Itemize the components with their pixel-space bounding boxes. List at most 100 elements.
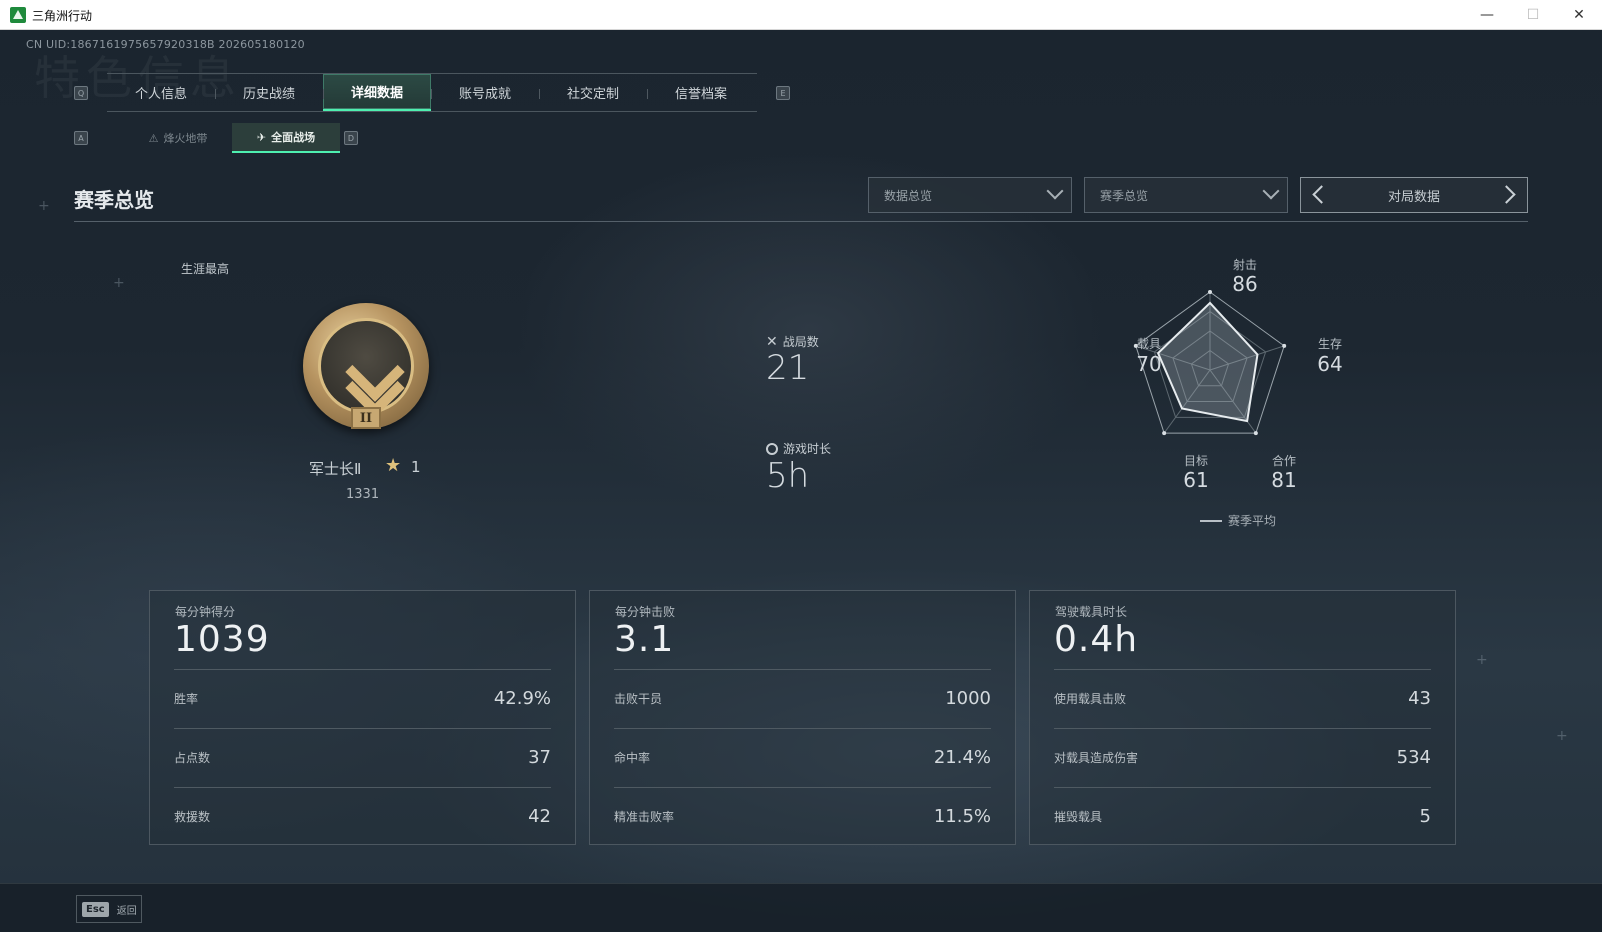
- pager-label: 对局数据: [1387, 189, 1440, 205]
- row-label: 救援数: [174, 810, 211, 824]
- radar-label-objective: 目标: [1183, 454, 1208, 468]
- chevron-down-icon: [1262, 182, 1280, 200]
- tab-social-customization[interactable]: 社交定制: [539, 74, 647, 111]
- app-logo-icon: [10, 7, 26, 23]
- tab-reputation-record[interactable]: 信誉档案: [647, 74, 755, 111]
- radar-value-vehicle: 70: [1136, 352, 1162, 376]
- legend-line-icon: [1200, 519, 1222, 522]
- dropdown-value: 数据总览: [884, 188, 933, 203]
- rank-badge-icon: II: [303, 303, 429, 429]
- chevron-down-icon: [1046, 182, 1064, 200]
- tab-match-history[interactable]: 历史战绩: [215, 74, 323, 111]
- radar-vertex-dot: [1208, 290, 1212, 294]
- radar-label-shooting: 射击: [1232, 258, 1257, 272]
- key-hint-e[interactable]: E: [776, 86, 790, 100]
- decor-plus-icon: +: [1476, 652, 1488, 668]
- card-row: 对载具造成伤害 534: [1054, 728, 1431, 786]
- row-value: 42.9%: [493, 688, 551, 709]
- radar-vertex-dot: [1162, 431, 1167, 436]
- row-label: 摧毁载具: [1054, 810, 1103, 824]
- tab-detailed-data[interactable]: 详细数据: [323, 74, 431, 111]
- rank-score: 1331: [346, 487, 380, 502]
- card-row: 摧毁载具 5: [1054, 787, 1431, 845]
- decor-plus-icon: +: [113, 275, 125, 291]
- rank-name: 军士长Ⅱ: [309, 460, 362, 478]
- radar-value-objective: 61: [1183, 468, 1209, 492]
- decor-plus-icon: +: [1556, 728, 1568, 744]
- key-hint-a[interactable]: A: [74, 131, 88, 145]
- row-label: 占点数: [174, 751, 211, 765]
- stat-card-vehicle: 驾驶载具时长 0.4h 使用载具击败 43 对载具造成伤害 534 摧毁载具 5: [1029, 590, 1456, 845]
- key-hint-q[interactable]: Q: [74, 86, 88, 100]
- section-divider: [74, 221, 1528, 222]
- chevron-left-icon[interactable]: [1312, 185, 1331, 204]
- card-row: 命中率 21.4%: [614, 728, 991, 786]
- back-label: 返回: [116, 905, 137, 917]
- radar-value-cooperation: 81: [1271, 468, 1297, 492]
- tab-battlefield-label: 全面战场: [271, 131, 316, 144]
- radar-vertex-dot: [1253, 431, 1258, 436]
- row-value: 43: [1408, 688, 1431, 709]
- row-label: 击败干员: [614, 692, 663, 706]
- card-row: 救援数 42: [174, 787, 551, 845]
- row-label: 使用载具击败: [1054, 692, 1127, 706]
- tab-personal-info[interactable]: 个人信息: [107, 74, 215, 111]
- card-row: 占点数 37: [174, 728, 551, 786]
- star-icon: ★: [385, 455, 402, 476]
- row-value: 534: [1396, 747, 1431, 768]
- row-label: 对载具造成伤害: [1054, 751, 1139, 765]
- hazard-zone-icon: ⚠: [148, 131, 159, 145]
- card-row: 胜率 42.9%: [174, 669, 551, 727]
- card-head-label: 驾驶载具时长: [1055, 605, 1128, 619]
- card-head-value: 3.1: [614, 619, 675, 660]
- main-tab-bar: 个人信息 历史战绩 详细数据 账号成就 社交定制 信誉档案: [107, 73, 757, 112]
- row-value: 42: [528, 806, 551, 827]
- card-head-label: 每分钟得分: [175, 605, 236, 619]
- esc-key-hint: Esc: [82, 901, 109, 917]
- footer-bar: Esc 返回: [0, 883, 1602, 932]
- row-value: 21.4%: [933, 747, 991, 768]
- tab-achievements[interactable]: 账号成就: [431, 74, 539, 111]
- tab-hazard-zone[interactable]: ⚠ 烽火地带: [124, 123, 232, 153]
- card-row: 使用载具击败 43: [1054, 669, 1431, 727]
- stat-card-score: 每分钟得分 1039 胜率 42.9% 占点数 37 救援数 42: [149, 590, 576, 845]
- minimize-button[interactable]: —: [1464, 0, 1510, 30]
- row-label: 命中率: [614, 751, 651, 765]
- window-titlebar: 三角洲行动 — ☐ ✕: [0, 0, 1602, 30]
- radar-label-survival: 生存: [1317, 337, 1342, 351]
- section-title: 赛季总览: [74, 188, 154, 212]
- key-hint-d[interactable]: D: [344, 131, 358, 145]
- radar-label-cooperation: 合作: [1271, 454, 1296, 468]
- playtime-label: 游戏时长: [766, 440, 831, 457]
- chevron-right-icon[interactable]: [1497, 185, 1516, 204]
- career-highest-label: 生涯最高: [181, 262, 230, 276]
- legend-label: 赛季平均: [1228, 514, 1277, 528]
- card-head-label: 每分钟击败: [615, 605, 676, 619]
- season-overview-dropdown[interactable]: 赛季总览: [1084, 177, 1288, 213]
- badge-tier: II: [351, 407, 381, 429]
- radar-value-survival: 64: [1317, 352, 1343, 376]
- close-button[interactable]: ✕: [1556, 0, 1602, 30]
- tab-battlefield[interactable]: ✈ 全面战场: [232, 123, 340, 153]
- stat-card-kills: 每分钟击败 3.1 击败干员 1000 命中率 21.4% 精准击败率 11.5%: [589, 590, 1016, 845]
- decor-plus-icon: +: [38, 198, 50, 214]
- row-label: 胜率: [174, 692, 199, 706]
- battlefield-icon: ✈: [256, 130, 267, 144]
- card-head-value: 0.4h: [1054, 619, 1139, 660]
- row-value: 37: [528, 747, 551, 768]
- clock-icon: [766, 442, 778, 455]
- radar-legend: 赛季平均: [1200, 512, 1276, 529]
- card-row: 精准击败率 11.5%: [614, 787, 991, 845]
- radar-value-shooting: 86: [1232, 272, 1258, 296]
- mode-tab-bar: ⚠ 烽火地带 ✈ 全面战场: [124, 123, 340, 153]
- row-value: 1000: [945, 688, 991, 709]
- back-button[interactable]: Esc 返回: [76, 895, 142, 923]
- playtime-value: 5h: [766, 456, 810, 496]
- badge-center: [318, 318, 414, 418]
- tab-hazard-zone-label: 烽火地带: [163, 132, 208, 145]
- data-overview-dropdown[interactable]: 数据总览: [868, 177, 1072, 213]
- row-label: 精准击败率: [614, 810, 675, 824]
- maximize-button[interactable]: ☐: [1510, 0, 1556, 30]
- game-screen: 特色信息 CN UID:1867161975657920318B 2026051…: [0, 30, 1602, 932]
- row-value: 11.5%: [933, 806, 991, 827]
